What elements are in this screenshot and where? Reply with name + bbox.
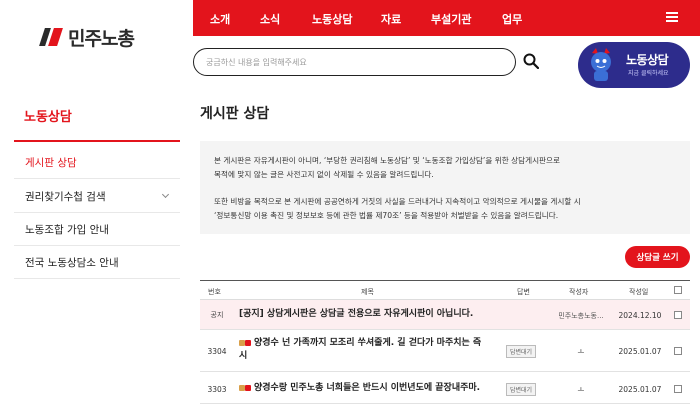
select-all-checkbox[interactable] — [674, 286, 682, 294]
table-row[interactable]: 3303 양경수랑 민주노총 너희들은 반드시 이번년도에 끝장내주마. 답변대… — [200, 372, 690, 404]
nav-item-labor-counsel[interactable]: 노동상담 — [312, 11, 352, 27]
sidebar-item-counsel-centers[interactable]: 전국 노동상담소 안내 — [14, 246, 180, 279]
sidebar-title: 노동상담 — [24, 110, 72, 125]
top-navigation: 소개 소식 노동상담 자료 부설기관 업무 — [193, 0, 700, 36]
search-icon[interactable] — [523, 53, 539, 69]
row-checkbox[interactable] — [674, 385, 682, 393]
logo[interactable]: 민주노총 — [39, 24, 135, 50]
table-row[interactable]: 공지 [공지] 상담게시판은 상담글 전용으로 자유게시판이 아닙니다. 민주노… — [200, 300, 690, 330]
row-subject-text: 양경수랑 민주노총 너희들은 반드시 이번년도에 끝장내주마. — [254, 383, 481, 393]
nav-item-about[interactable]: 소개 — [210, 11, 230, 27]
table-header: 번호 제목 답변 작성자 작성일 — [200, 280, 690, 300]
notice-box: 본 게시판은 자유게시판이 아니며, ‘부당한 권리침해 노동상담’ 및 ‘노동… — [200, 141, 690, 234]
row-date: 2024.12.10 — [618, 311, 662, 320]
row-num: 3303 — [207, 385, 227, 394]
sidebar-divider — [14, 140, 180, 142]
nav-item-affiliated[interactable]: 부설기관 — [431, 11, 471, 27]
search-box — [193, 48, 516, 76]
row-subject-text: 양경수 넌 가족까지 모조리 쑤셔줄게. 길 걷다가 마주치는 즉 — [254, 338, 482, 348]
attachment-icon — [239, 384, 252, 392]
row-num: 3304 — [207, 347, 227, 356]
table-row[interactable]: 3304 양경수 넌 가족까지 모조리 쑤셔줄게. 길 걷다가 마주치는 즉 시… — [200, 330, 690, 372]
row-subject[interactable]: 양경수랑 민주노총 너희들은 반드시 이번년도에 끝장내주마. — [239, 382, 480, 395]
row-checkbox[interactable] — [674, 347, 682, 355]
row-date: 2025.01.07 — [618, 347, 662, 356]
nav-item-resources[interactable]: 자료 — [381, 11, 401, 27]
sidebar-item-board-counsel[interactable]: 게시판 상담 — [14, 146, 180, 179]
chevron-down-icon — [161, 190, 170, 199]
menu-icon[interactable] — [666, 12, 678, 22]
row-num: 공지 — [210, 311, 224, 319]
header-subject: 제목 — [361, 288, 374, 296]
notice-text: 목적에 맞지 않는 글은 사전고지 없이 삭제될 수 있음을 알려드립니다. — [214, 170, 434, 179]
status-badge: 답변대기 — [506, 383, 537, 396]
row-date: 2025.01.07 — [618, 385, 662, 394]
sidebar-item-union-join[interactable]: 노동조합 가입 안내 — [14, 213, 180, 246]
header-author: 작성자 — [569, 288, 589, 296]
sidebar-item-label: 전국 노동상담소 안내 — [25, 256, 119, 269]
sidebar-item-rights-handbook[interactable]: 권리찾기수첩 검색 — [14, 180, 180, 213]
notice-text: ‘정보통신망 이용 촉진 및 정보보호 등에 관한 법률 제70조’ 등을 적용… — [214, 211, 559, 220]
header-date: 작성일 — [629, 288, 649, 296]
write-post-button[interactable]: 상담글 쓰기 — [625, 246, 690, 268]
notice-text: 또한 비방을 목적으로 본 게시판에 공공연하게 거짓의 사실을 드러내거나 지… — [214, 197, 581, 206]
row-author: ㅗ — [577, 347, 585, 356]
badge-subtitle: 지금 클릭하세요 — [628, 70, 669, 77]
row-subject-text: 시 — [239, 351, 248, 361]
notice-text: 본 게시판은 자유게시판이 아니며, ‘부당한 권리침해 노동상담’ 및 ‘노동… — [214, 156, 561, 165]
row-author: 민주노총노동... — [558, 312, 604, 320]
logo-text: 민주노총 — [68, 27, 135, 50]
row-author: ㅗ — [577, 385, 585, 394]
nav-item-news[interactable]: 소식 — [260, 11, 280, 27]
sidebar-item-label: 노동조합 가입 안내 — [25, 223, 109, 236]
badge-title: 노동상담 — [626, 53, 669, 67]
header-num: 번호 — [208, 288, 221, 296]
mascot-icon — [591, 48, 611, 81]
row-subject[interactable]: [공지] 상담게시판은 상담글 전용으로 자유게시판이 아닙니다. — [239, 308, 473, 321]
sidebar-item-label: 권리찾기수첩 검색 — [25, 190, 106, 203]
row-subject[interactable]: 양경수 넌 가족까지 모조리 쑤셔줄게. 길 걷다가 마주치는 즉 시 — [239, 337, 481, 363]
labor-counsel-badge[interactable]: 노동상담 지금 클릭하세요 — [578, 42, 690, 88]
sidebar-item-label: 게시판 상담 — [25, 156, 77, 169]
attachment-icon — [239, 339, 252, 347]
nav-item-work[interactable]: 업무 — [502, 11, 522, 27]
logo-mark-icon — [39, 26, 64, 48]
status-badge: 답변대기 — [506, 345, 537, 358]
page-title: 게시판 상담 — [200, 106, 270, 122]
search-input[interactable] — [206, 57, 496, 67]
row-checkbox[interactable] — [674, 311, 682, 319]
header-reply: 답변 — [517, 288, 530, 296]
